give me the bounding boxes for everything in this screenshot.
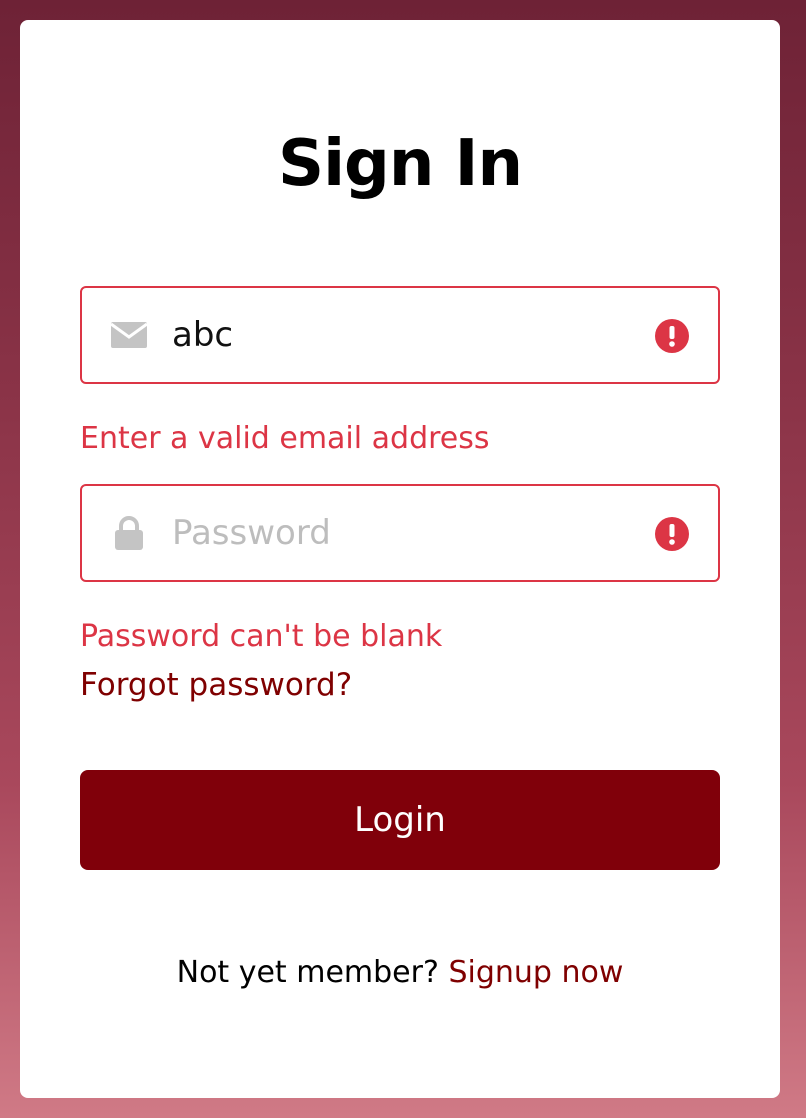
- password-error: Password can't be blank: [80, 619, 443, 654]
- password-input[interactable]: [172, 486, 642, 580]
- email-field[interactable]: [80, 286, 720, 384]
- error-icon: [655, 517, 689, 551]
- signup-prompt-text: Not yet member?: [176, 955, 449, 990]
- lock-icon: [115, 516, 143, 550]
- forgot-password-link[interactable]: Forgot password?: [80, 670, 352, 701]
- email-error: Enter a valid email address: [80, 421, 490, 456]
- password-field[interactable]: [80, 484, 720, 582]
- signin-card: Sign In Enter a valid email address Pass…: [20, 20, 780, 1098]
- login-button[interactable]: Login: [80, 770, 720, 870]
- envelope-icon: [110, 322, 148, 348]
- error-icon: [655, 319, 689, 353]
- signup-prompt: Not yet member? Signup now: [20, 958, 780, 988]
- signup-link[interactable]: Signup now: [448, 955, 623, 990]
- email-input[interactable]: [172, 288, 642, 382]
- page-title: Sign In: [277, 127, 523, 201]
